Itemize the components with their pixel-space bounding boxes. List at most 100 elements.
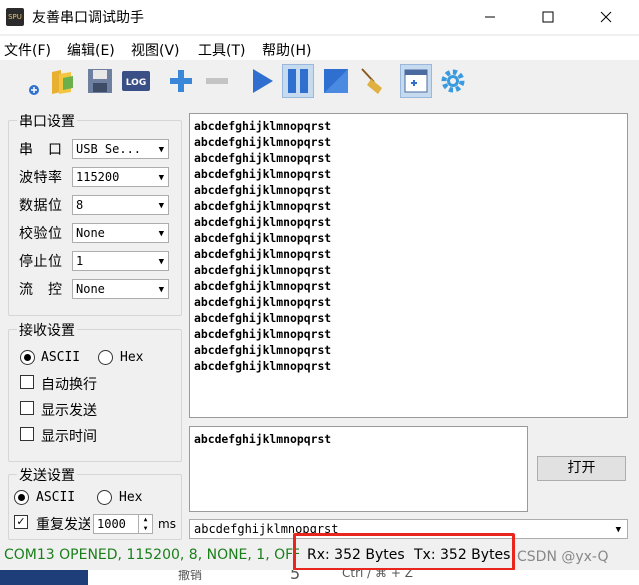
stop-bits-select[interactable]: 1 ▼ xyxy=(72,251,169,271)
background-number-text: 5 xyxy=(290,570,301,583)
receive-line: abcdefghijklmnopqrst xyxy=(194,231,332,245)
flow-select[interactable]: None ▼ xyxy=(72,279,169,299)
receive-line: abcdefghijklmnopqrst xyxy=(194,295,332,309)
flow-label: 流 控 xyxy=(19,282,63,298)
receive-line: abcdefghijklmnopqrst xyxy=(194,183,332,197)
receive-ascii-label: ASCII xyxy=(41,350,81,365)
highlight-box xyxy=(293,533,515,571)
remove-button[interactable] xyxy=(201,64,233,98)
send-text-area[interactable]: abcdefghijklmnopqrst xyxy=(189,426,528,512)
close-button[interactable] xyxy=(583,0,629,34)
port-value: USB Se... xyxy=(76,142,142,156)
log-button[interactable]: LOG xyxy=(120,64,152,98)
receive-text-area[interactable]: abcdefghijklmnopqrst abcdefghijklmnopqrst… xyxy=(189,113,628,418)
repeat-send-checkbox[interactable]: ✓ xyxy=(14,515,28,529)
log-icon-text: LOG xyxy=(126,78,146,88)
chevron-down-icon: ▼ xyxy=(158,201,164,211)
menu-help[interactable]: 帮助(H) xyxy=(262,40,311,60)
play-button[interactable] xyxy=(246,64,278,98)
send-ascii-label: ASCII xyxy=(36,490,76,505)
add-icon xyxy=(170,70,192,92)
receive-line: abcdefghijklmnopqrst xyxy=(194,247,332,261)
new-icon xyxy=(29,85,39,95)
checkmark-icon: ✓ xyxy=(16,515,26,528)
port-select[interactable]: USB Se... ▼ xyxy=(72,139,169,159)
send-text: abcdefghijklmnopqrst xyxy=(194,432,332,446)
background-undo-text: 撤销 xyxy=(178,570,203,582)
background-shortcut-text: Ctrl / ⌘ + Z xyxy=(342,570,413,580)
play-icon xyxy=(253,69,273,93)
new-window-button[interactable] xyxy=(400,64,432,98)
window-title: 友善串口调试助手 xyxy=(32,10,144,26)
send-hex-radio[interactable] xyxy=(97,490,112,505)
close-icon xyxy=(600,11,612,23)
receive-hex-radio[interactable] xyxy=(98,350,113,365)
save-button[interactable] xyxy=(83,64,115,98)
chevron-down-icon: ▼ xyxy=(158,257,164,267)
settings-button[interactable] xyxy=(437,64,469,98)
send-ascii-radio[interactable] xyxy=(14,490,29,505)
menu-edit[interactable]: 编辑(E) xyxy=(67,40,115,60)
auto-wrap-label: 自动换行 xyxy=(41,377,97,393)
data-bits-value: 8 xyxy=(76,198,84,212)
add-button[interactable] xyxy=(165,64,197,98)
interval-value: 1000 xyxy=(97,517,126,531)
receive-line: abcdefghijklmnopqrst xyxy=(194,151,332,165)
auto-wrap-checkbox[interactable] xyxy=(20,375,34,389)
receive-line: abcdefghijklmnopqrst xyxy=(194,263,332,277)
new-window-icon xyxy=(404,69,428,93)
receive-hex-label: Hex xyxy=(120,350,144,365)
pause-icon xyxy=(288,69,308,93)
chevron-down-icon: ▼ xyxy=(158,145,164,155)
clear-button[interactable] xyxy=(356,64,388,98)
new-button[interactable] xyxy=(12,64,44,98)
send-hex-label: Hex xyxy=(119,490,143,505)
toolbar: LOG xyxy=(0,60,639,104)
chevron-down-icon: ▼ xyxy=(615,525,621,535)
show-send-checkbox[interactable] xyxy=(20,401,34,415)
interval-spinbox[interactable]: 1000 ▲ ▼ xyxy=(93,514,153,534)
maximize-button[interactable] xyxy=(525,0,571,34)
open-port-button[interactable]: 打开 xyxy=(537,456,626,481)
receive-line: abcdefghijklmnopqrst xyxy=(194,119,332,133)
receive-line: abcdefghijklmnopqrst xyxy=(194,279,332,293)
receive-ascii-radio[interactable] xyxy=(20,350,35,365)
menu-bar: 文件(F) 编辑(E) 视图(V) 工具(T) 帮助(H) xyxy=(0,36,639,60)
chevron-down-icon: ▼ xyxy=(158,229,164,239)
log-icon: LOG xyxy=(122,71,150,91)
show-time-checkbox[interactable] xyxy=(20,427,34,441)
baud-value: 115200 xyxy=(76,170,120,184)
menu-view[interactable]: 视图(V) xyxy=(131,40,180,60)
remove-icon xyxy=(206,78,228,84)
receive-line: abcdefghijklmnopqrst xyxy=(194,327,332,341)
receive-line: abcdefghijklmnopqrst xyxy=(194,167,332,181)
repeat-send-label: 重复发送 xyxy=(36,517,90,533)
minimize-button[interactable] xyxy=(467,0,513,34)
open-button[interactable] xyxy=(47,64,79,98)
pause-button[interactable] xyxy=(282,64,314,98)
menu-file[interactable]: 文件(F) xyxy=(4,40,51,60)
stop-button[interactable] xyxy=(320,64,352,98)
receive-line: abcdefghijklmnopqrst xyxy=(194,199,332,213)
data-bits-select[interactable]: 8 ▼ xyxy=(72,195,169,215)
settings-gear-icon xyxy=(441,69,465,93)
stop-bits-value: 1 xyxy=(76,254,84,268)
receive-line: abcdefghijklmnopqrst xyxy=(194,359,332,373)
baud-select[interactable]: 115200 ▼ xyxy=(72,167,169,187)
receive-settings-title: 接收设置 xyxy=(17,320,77,340)
spin-arrows-icon[interactable]: ▲ ▼ xyxy=(138,515,152,533)
minimize-icon xyxy=(485,16,495,18)
stop-icon xyxy=(324,69,348,93)
menu-tools[interactable]: 工具(T) xyxy=(198,40,245,60)
send-settings-title: 发送设置 xyxy=(17,465,77,485)
parity-value: None xyxy=(76,226,105,240)
open-folder-icon xyxy=(52,70,73,94)
port-status-text: COM13 OPENED, 115200, 8, NONE, 1, OFF xyxy=(4,547,299,563)
interval-unit: ms xyxy=(158,517,176,531)
parity-select[interactable]: None ▼ xyxy=(72,223,169,243)
stop-bits-label: 停止位 xyxy=(19,254,63,270)
save-icon xyxy=(88,69,112,93)
receive-line: abcdefghijklmnopqrst xyxy=(194,135,332,149)
baud-label: 波特率 xyxy=(19,170,63,186)
watermark-text: CSDN @yx-Q xyxy=(517,549,609,565)
